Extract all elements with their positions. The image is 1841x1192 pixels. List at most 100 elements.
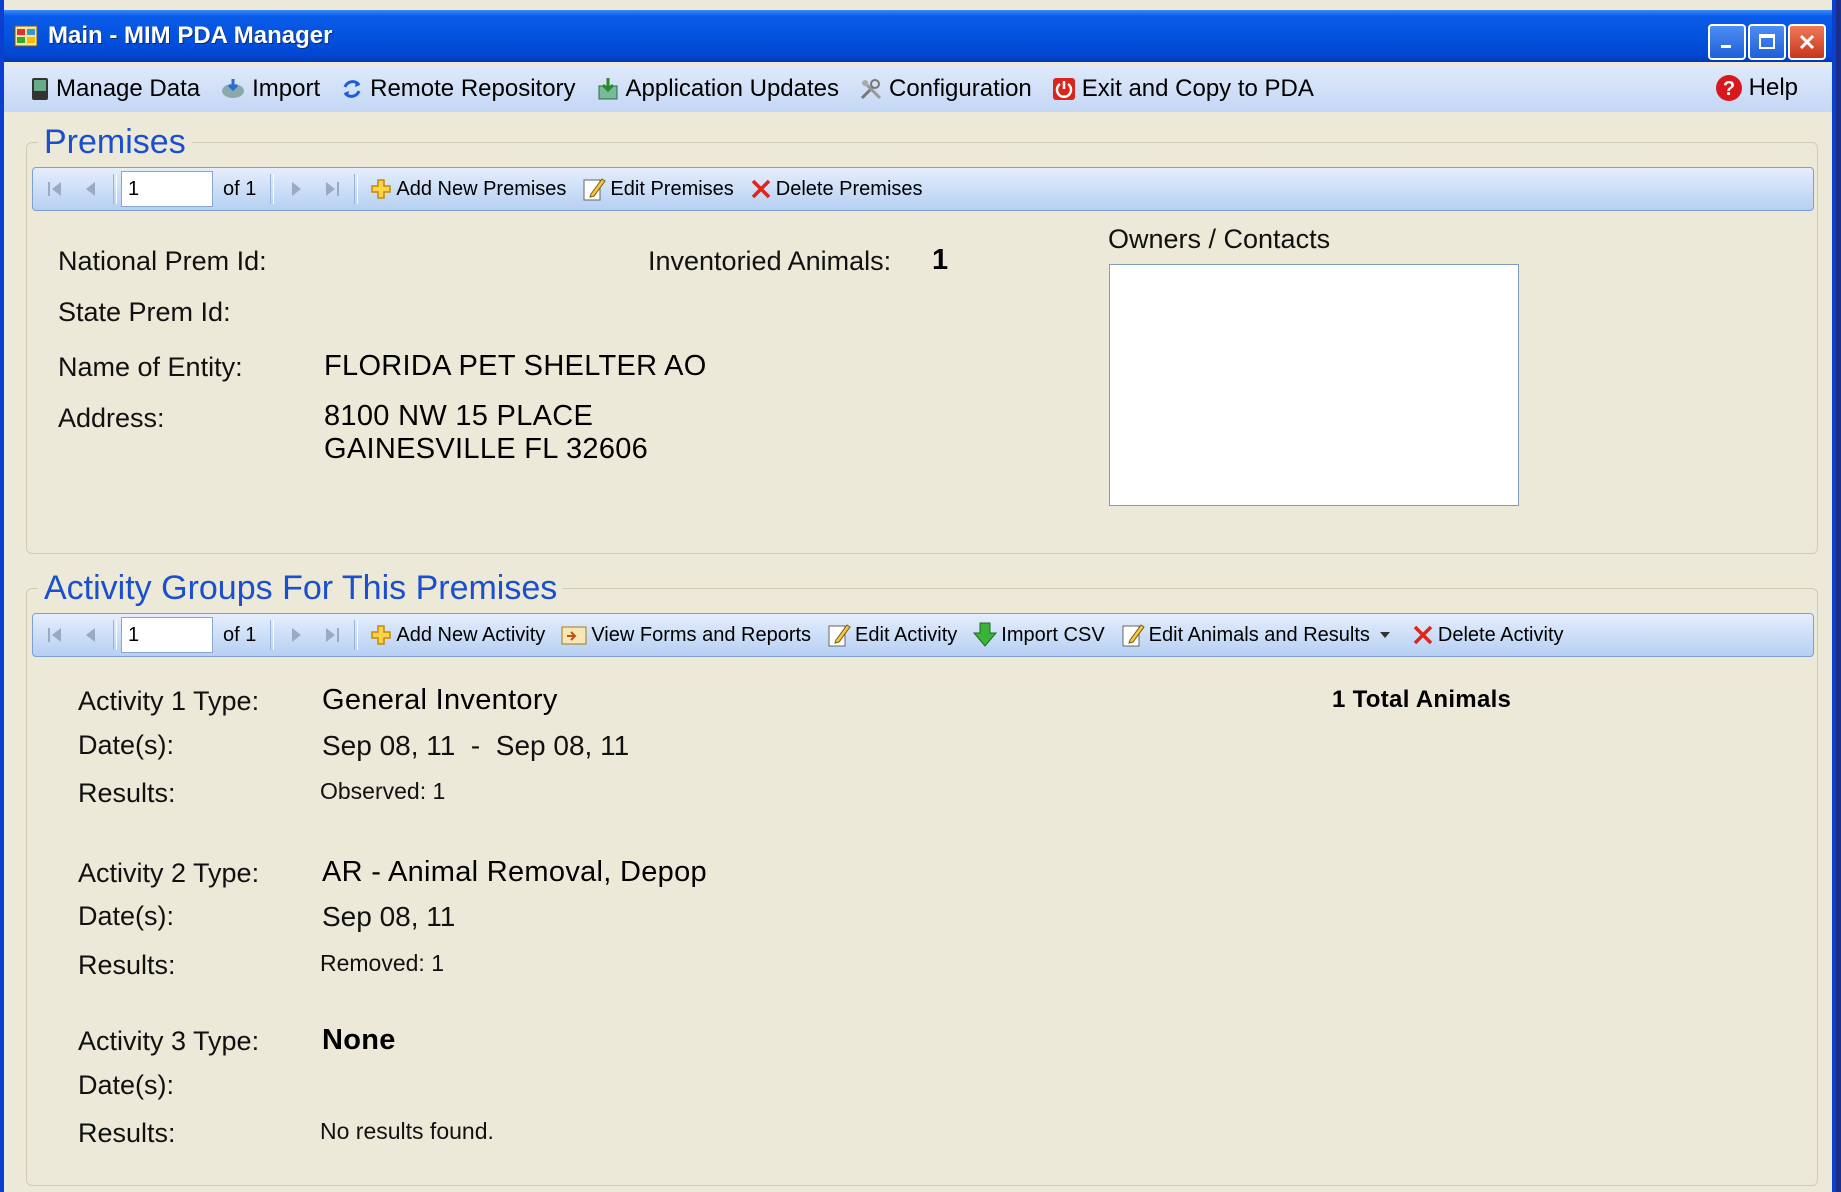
premises-next-button[interactable] xyxy=(278,171,314,207)
nav-separator xyxy=(113,174,117,204)
power-icon xyxy=(1052,78,1075,100)
menu-remote-repository[interactable]: Remote Repository xyxy=(330,67,585,111)
entity-name-value: FLORIDA PET SHELTER AO xyxy=(324,350,707,382)
delete-premises-label: Delete Premises xyxy=(775,177,923,200)
delete-activity-label: Delete Activity xyxy=(1437,623,1564,646)
premises-first-button[interactable] xyxy=(37,171,73,207)
close-icon xyxy=(1799,34,1815,50)
inventoried-animals-label: Inventoried Animals: xyxy=(648,246,892,276)
menu-exit-copy-pda[interactable]: Exit and Copy to PDA xyxy=(1042,67,1324,111)
premises-position-input[interactable]: 1 xyxy=(121,171,213,207)
move-previous-icon xyxy=(86,628,95,642)
add-new-premises-button[interactable]: Add New Premises xyxy=(362,169,574,209)
window-title: Main - MIM PDA Manager xyxy=(48,22,333,49)
app-icon xyxy=(14,25,38,47)
nav-separator xyxy=(354,174,359,204)
minimize-button[interactable] xyxy=(1708,24,1746,60)
move-first-icon xyxy=(48,182,61,196)
activities-previous-button[interactable] xyxy=(73,617,109,653)
download-arrow-icon xyxy=(973,622,998,647)
activities-last-button[interactable] xyxy=(314,617,350,653)
import-icon xyxy=(222,79,245,98)
svg-text:?: ? xyxy=(1723,78,1735,100)
activity-2-results-value: Removed: 1 xyxy=(320,950,445,976)
activity-1-type-label: Activity 1 Type: xyxy=(78,686,260,716)
name-of-entity-label: Name of Entity: xyxy=(58,352,243,382)
add-new-premises-label: Add New Premises xyxy=(396,177,567,200)
activity-groups-title: Activity Groups For This Premises xyxy=(38,568,564,608)
move-last-icon xyxy=(326,628,340,642)
activity-2-dates-value: Sep 08, 11 xyxy=(322,901,456,932)
edit-activity-button[interactable]: Edit Activity xyxy=(819,615,965,655)
owners-contacts-list[interactable] xyxy=(1109,264,1519,506)
activities-navigator: 1 of 1 Add New Activity View Forms and R… xyxy=(32,613,1814,657)
activity-2-type-label: Activity 2 Type: xyxy=(78,858,260,888)
title-bar[interactable]: Main - MIM PDA Manager xyxy=(4,10,1832,62)
premises-last-button[interactable] xyxy=(314,171,350,207)
edit-premises-button[interactable]: Edit Premises xyxy=(574,169,741,209)
activity-1-dates-value: Sep 08, 11 - Sep 08, 11 xyxy=(322,730,630,761)
activities-count: of 1 xyxy=(223,623,257,646)
tools-icon xyxy=(860,79,882,100)
menu-help-label: Help xyxy=(1748,74,1798,101)
delete-x-icon xyxy=(751,179,771,199)
activity-1-type-value: General Inventory xyxy=(322,684,558,716)
activity-3-dates-label: Date(s): xyxy=(78,1070,175,1100)
activity-2-dates-label: Date(s): xyxy=(78,901,175,931)
activity-3-type-label: Activity 3 Type: xyxy=(78,1026,260,1056)
forms-report-icon xyxy=(561,626,587,645)
move-previous-icon xyxy=(86,182,95,196)
activity-3-type-value: None xyxy=(322,1024,396,1056)
nav-separator xyxy=(270,620,275,650)
import-csv-button[interactable]: Import CSV xyxy=(965,615,1112,655)
menu-exit-copy-pda-label: Exit and Copy to PDA xyxy=(1081,75,1314,102)
owners-contacts-label: Owners / Contacts xyxy=(1108,224,1331,254)
add-plus-icon xyxy=(371,179,392,199)
activity-groups-group xyxy=(26,588,1818,1186)
add-new-activity-label: Add New Activity xyxy=(396,623,546,646)
menu-application-updates[interactable]: Application Updates xyxy=(586,67,849,111)
maximize-button[interactable] xyxy=(1748,24,1786,60)
delete-premises-button[interactable]: Delete Premises xyxy=(742,169,931,209)
activities-next-button[interactable] xyxy=(278,617,314,653)
premises-previous-button[interactable] xyxy=(73,171,109,207)
activity-1-results-label: Results: xyxy=(78,778,176,808)
close-button[interactable] xyxy=(1788,24,1826,60)
edit-activity-label: Edit Activity xyxy=(855,623,958,646)
premises-navigator: 1 of 1 Add New Premises Edit Premises De… xyxy=(32,167,1814,211)
premises-title: Premises xyxy=(38,122,192,162)
menu-configuration[interactable]: Configuration xyxy=(849,67,1042,111)
activities-first-button[interactable] xyxy=(37,617,73,653)
total-animals-value: 1 Total Animals xyxy=(1332,686,1512,713)
nav-separator xyxy=(270,174,275,204)
edit-premises-label: Edit Premises xyxy=(610,177,734,200)
activity-2-type-value: AR - Animal Removal, Depop xyxy=(322,856,707,888)
menu-import[interactable]: Import xyxy=(210,67,330,111)
move-next-icon xyxy=(292,182,302,196)
edit-animals-results-label: Edit Animals and Results xyxy=(1148,623,1370,646)
menu-remote-repository-label: Remote Repository xyxy=(370,75,576,102)
view-forms-reports-button[interactable]: View Forms and Reports xyxy=(553,615,819,655)
menu-help[interactable]: ? Help xyxy=(1705,66,1808,110)
nav-separator xyxy=(354,620,359,650)
activities-position-input[interactable]: 1 xyxy=(121,617,213,653)
update-icon xyxy=(598,78,618,100)
state-prem-id-label: State Prem Id: xyxy=(58,297,231,327)
delete-x-icon xyxy=(1413,625,1433,645)
add-new-activity-button[interactable]: Add New Activity xyxy=(362,615,553,655)
add-plus-icon xyxy=(371,625,392,645)
move-first-icon xyxy=(48,628,61,642)
activity-3-results-value: No results found. xyxy=(320,1118,494,1144)
activity-1-results-value: Observed: 1 xyxy=(320,778,446,804)
edit-animals-results-button[interactable]: Edit Animals and Results xyxy=(1113,615,1404,655)
premises-count: of 1 xyxy=(223,177,257,200)
address-line1-value: 8100 NW 15 PLACE xyxy=(324,400,594,432)
menu-manage-data[interactable]: Manage Data xyxy=(4,67,210,111)
move-next-icon xyxy=(292,628,302,642)
national-prem-id-label: National Prem Id: xyxy=(58,246,267,276)
activity-1-dates-label: Date(s): xyxy=(78,730,175,760)
pda-device-icon xyxy=(32,78,48,100)
activity-3-results-label: Results: xyxy=(78,1118,176,1148)
delete-activity-button[interactable]: Delete Activity xyxy=(1404,615,1572,655)
menu-bar: Manage Data Import Remote Repository App… xyxy=(4,66,1832,112)
